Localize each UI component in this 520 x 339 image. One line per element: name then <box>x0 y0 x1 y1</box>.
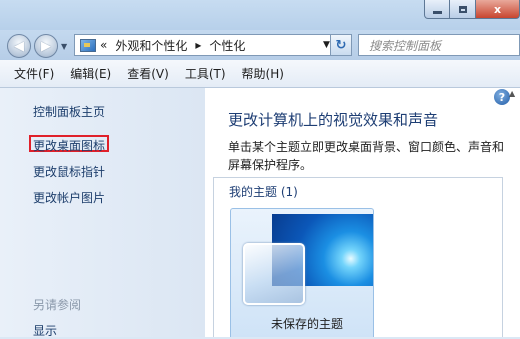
change-desktop-icons-link[interactable]: 更改桌面图标 <box>33 137 105 154</box>
maximize-icon <box>458 5 467 13</box>
see-also-heading: 另请参阅 <box>33 298 82 312</box>
page-title: 更改计算机上的视觉效果和声音 <box>228 111 439 129</box>
scroll-up-arrow[interactable]: ▲ <box>509 89 515 98</box>
help-icon: ? <box>498 90 506 104</box>
menu-tools[interactable]: 工具(T) <box>185 65 226 82</box>
breadcrumb-prefix[interactable]: « <box>100 38 107 52</box>
window-color-thumbnail <box>243 243 305 305</box>
back-button[interactable]: ◀ <box>7 34 31 58</box>
window-controls: x <box>424 0 520 20</box>
menu-bar: 文件(F) 编辑(E) 查看(V) 工具(T) 帮助(H) <box>0 60 520 88</box>
forward-button[interactable]: ▶ <box>34 34 58 58</box>
search-input[interactable]: 搜索控制面板 <box>358 34 520 56</box>
close-icon: x <box>493 2 502 16</box>
recent-pages-dropdown[interactable]: ▼ <box>61 42 67 51</box>
address-bar[interactable]: « 外观和个性化 ▸ 个性化 <box>74 34 324 56</box>
theme-name: 未保存的主题 <box>271 317 344 331</box>
control-panel-icon <box>80 38 96 52</box>
minimize-button[interactable] <box>424 0 450 19</box>
title-bar: x <box>0 0 520 30</box>
breadcrumb-separator[interactable]: ▸ <box>195 38 201 52</box>
help-button[interactable]: ? <box>494 89 510 105</box>
menu-edit[interactable]: 编辑(E) <box>70 65 111 82</box>
breadcrumb-personalization[interactable]: 个性化 <box>209 37 245 54</box>
refresh-button[interactable]: ↻ <box>330 34 352 56</box>
page-description: 单击某个主题立即更改桌面背景、窗口颜色、声音和屏幕保护程序。 <box>228 140 505 172</box>
control-panel-home-link[interactable]: 控制面板主页 <box>33 103 105 120</box>
sidebar: 控制面板主页 更改桌面图标 更改鼠标指针 更改帐户图片 另请参阅 显示 <box>0 88 205 339</box>
menu-file[interactable]: 文件(F) <box>14 65 54 82</box>
main-content: ? ▲ 更改计算机上的视觉效果和声音 单击某个主题立即更改桌面背景、窗口颜色、声… <box>205 88 520 337</box>
forward-arrow-icon: ▶ <box>41 38 51 54</box>
maximize-button[interactable] <box>450 0 476 19</box>
my-themes-heading: 我的主题 (1) <box>229 185 298 199</box>
change-mouse-pointers-link[interactable]: 更改鼠标指针 <box>33 163 105 180</box>
change-account-picture-link[interactable]: 更改帐户图片 <box>33 189 105 206</box>
back-arrow-icon: ◀ <box>14 38 24 54</box>
refresh-icon: ↻ <box>335 37 347 53</box>
close-button[interactable]: x <box>476 0 520 19</box>
minimize-icon <box>432 10 442 14</box>
menu-help[interactable]: 帮助(H) <box>242 65 284 82</box>
display-link[interactable]: 显示 <box>33 322 57 339</box>
menu-view[interactable]: 查看(V) <box>127 65 169 82</box>
navigation-bar: ◀ ▶ ▼ « 外观和个性化 ▸ 个性化 ▼ ↻ 搜索控制面板 <box>0 30 520 60</box>
chevron-down-icon: ▼ <box>323 40 330 50</box>
breadcrumb-appearance[interactable]: 外观和个性化 <box>115 37 187 54</box>
